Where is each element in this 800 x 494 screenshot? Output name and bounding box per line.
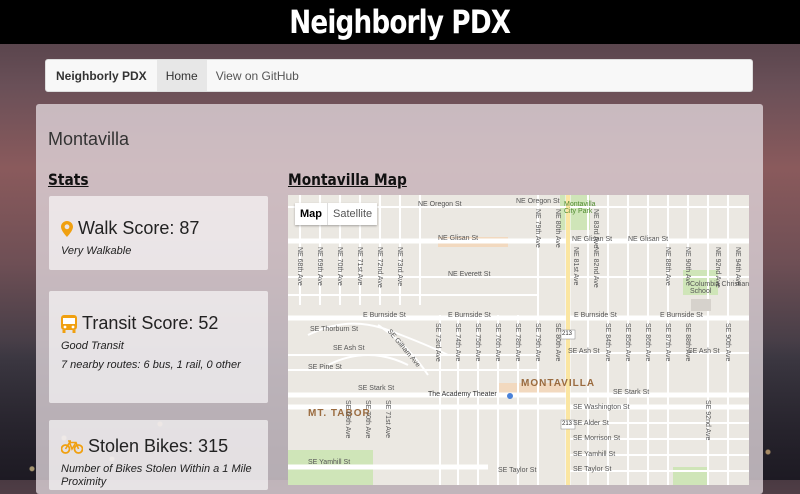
map-label: NE 68th Ave xyxy=(296,247,303,286)
map-label: SE 74th Ave xyxy=(454,323,461,362)
map-label: SE Pine St xyxy=(308,364,342,371)
map-label: NE 81st Ave xyxy=(572,247,579,286)
map-label: The Academy Theater xyxy=(428,391,497,398)
map-label: NE Everett St xyxy=(448,271,491,278)
walk-score-card: Walk Score: 87 Very Walkable xyxy=(49,196,268,270)
map-label: NE 80th Ave xyxy=(554,209,561,248)
walk-score-label: Walk Score: 87 xyxy=(78,218,200,238)
site-header: Neighborly PDX xyxy=(0,0,800,44)
map-label: NE 94th Ave xyxy=(734,247,741,286)
map-label: SE 90th Ave xyxy=(724,323,731,362)
transit-score-label: Transit Score: 52 xyxy=(82,313,219,333)
map-label: MT. TABOR xyxy=(308,408,371,419)
map-label: NE 90th Ave xyxy=(684,247,691,286)
map-label: SE 84th Ave xyxy=(604,323,611,362)
bus-icon xyxy=(61,314,77,333)
map-label: SE 76th Ave xyxy=(494,323,501,362)
map-type-satellite-button[interactable]: Satellite xyxy=(327,203,377,225)
map-label: NE 92nd Ave xyxy=(714,247,721,288)
bicycle-icon xyxy=(61,439,83,454)
stolen-bikes-desc: Number of Bikes Stolen Within a 1 Mile P… xyxy=(61,463,252,488)
map-label: SE Taylor St xyxy=(573,466,612,473)
map-label: SE Gilham Ave xyxy=(385,328,422,369)
map-label: SE 78th Ave xyxy=(514,323,521,362)
map-label: SE 71st Ave xyxy=(384,400,391,439)
map-label: SE Stark St xyxy=(358,385,395,392)
site-title: Neighborly PDX xyxy=(289,3,512,41)
map-label: NE 69th Ave xyxy=(316,247,323,286)
map-label: SE Ash St xyxy=(568,348,600,355)
map-labels: NE Oregon St NE Oregon St Montavilla Cit… xyxy=(288,195,749,485)
map-label: SE 70th Ave xyxy=(364,400,371,439)
transit-routes: 7 nearby routes: 6 bus, 1 rail, 0 other xyxy=(61,359,241,371)
nav-github[interactable]: View on GitHub xyxy=(207,60,308,91)
map-label: SE 92nd Ave xyxy=(704,400,711,441)
map-label: SE 73rd Ave xyxy=(434,323,441,362)
map-label: NE Glisan St xyxy=(438,235,479,242)
map-type-map-button[interactable]: Map xyxy=(295,203,327,225)
map-label: SE Morrison St xyxy=(573,435,621,442)
map-label: E Burnside St xyxy=(448,312,491,319)
route-shield: 213 xyxy=(562,331,573,337)
walk-score-desc: Very Walkable xyxy=(61,245,132,257)
map-label: NE 73rd Ave xyxy=(396,247,403,287)
map-label: NE 72nd Ave xyxy=(376,247,383,288)
map-pin-icon xyxy=(61,220,73,237)
map-label: SE 86th Ave xyxy=(644,323,651,362)
map-label: SE Yamhill St xyxy=(308,459,351,466)
map-label: E Burnside St xyxy=(660,312,703,319)
map-label: NE Oregon St xyxy=(418,201,462,208)
map-label: MONTAVILLA xyxy=(521,378,596,389)
stolen-bikes-label: Stolen Bikes: 315 xyxy=(88,436,229,456)
navbar-brand[interactable]: Neighborly PDX xyxy=(46,60,157,91)
map-heading: Montavilla Map xyxy=(288,170,407,189)
map-label: SE Ash St xyxy=(333,345,365,352)
map-type-control: Map Satellite xyxy=(295,203,378,225)
map-label: SE Alder St xyxy=(573,420,609,427)
google-map[interactable]: NE Oregon St NE Oregon St Montavilla Cit… xyxy=(288,195,749,485)
neighborhood-title: Montavilla xyxy=(48,129,130,149)
map-label: SE Stark St xyxy=(613,389,650,396)
route-shield: 213 xyxy=(562,421,573,427)
map-label: SE 88th Ave xyxy=(684,323,691,362)
map-label: SE Thorburn St xyxy=(310,326,359,333)
map-label: SE Washington St xyxy=(573,404,630,411)
transit-score-card: Transit Score: 52 Good Transit 7 nearby … xyxy=(49,291,268,403)
map-label: SE 79th Ave xyxy=(534,323,541,362)
map-label: SE 69th Ave xyxy=(344,400,351,439)
map-label: SE Taylor St xyxy=(498,467,537,474)
stats-heading: Stats xyxy=(48,170,89,189)
map-label: NE Glisan St xyxy=(628,236,669,243)
map-label: SE Yamhill St xyxy=(573,451,616,458)
map-label: SE 85th Ave xyxy=(624,323,631,362)
map-label: E Burnside St xyxy=(363,312,406,319)
map-label: NE Oregon St xyxy=(516,198,560,205)
map-label: NE 88th Ave xyxy=(664,247,671,286)
map-label: E Burnside St xyxy=(574,312,617,319)
map-label: SE Ash St xyxy=(688,348,720,355)
nav-home[interactable]: Home xyxy=(156,60,207,91)
navbar: Neighborly PDX Home View on GitHub xyxy=(45,59,753,92)
map-label: SE 75th Ave xyxy=(474,323,481,362)
map-label: SE 87th Ave xyxy=(664,323,671,362)
map-label: NE 82nd Ave xyxy=(592,247,599,288)
map-label: NE 71st Ave xyxy=(356,247,363,286)
transit-score-desc: Good Transit xyxy=(61,340,124,352)
map-label: NE 79th Ave xyxy=(534,209,541,248)
map-label: NE 70th Ave xyxy=(336,247,343,286)
map-label: NE 83rd Ave xyxy=(592,209,599,249)
map-label: SE 80th Ave xyxy=(554,323,561,362)
